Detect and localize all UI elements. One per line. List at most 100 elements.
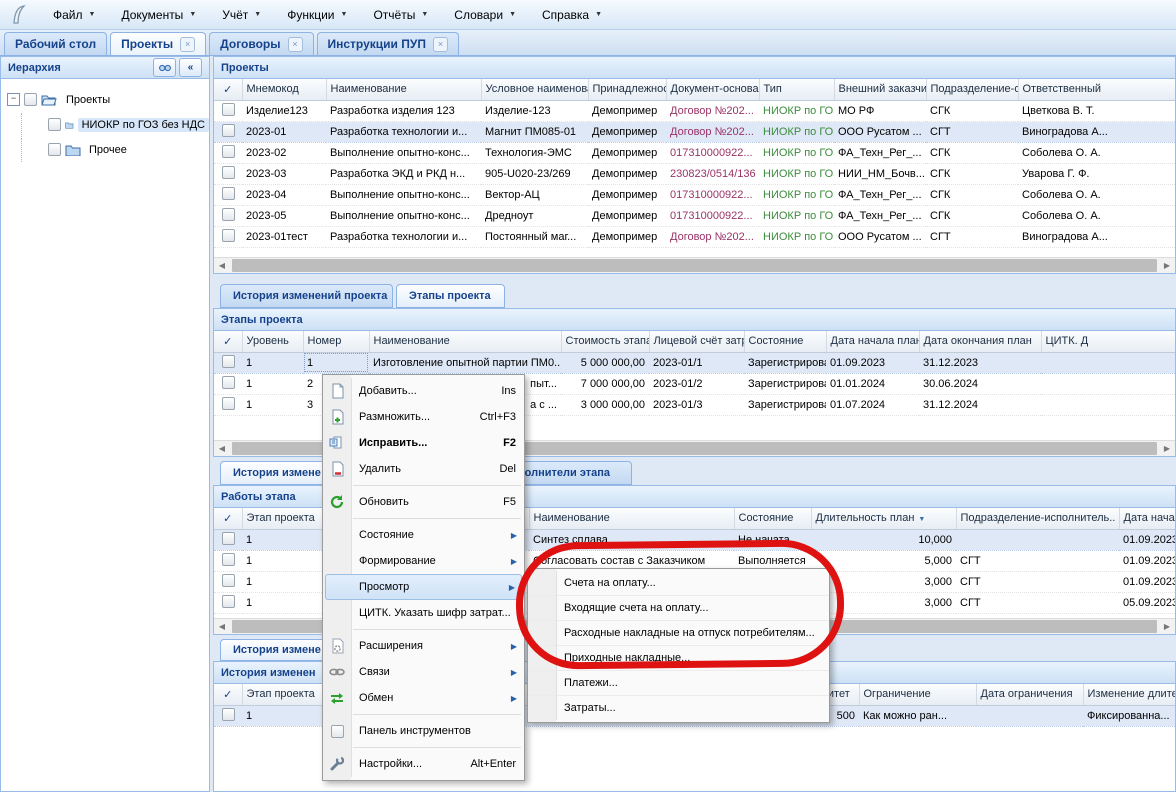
select-all-header[interactable]: ✓ — [214, 79, 242, 100]
column-header[interactable]: Подразделение-от — [926, 79, 1018, 100]
row-checkbox-cell[interactable] — [214, 100, 242, 121]
tab-instructions[interactable]: Инструкции ПУП× — [317, 32, 459, 55]
scroll-right-icon[interactable]: ▶ — [1159, 258, 1175, 273]
row-checkbox[interactable] — [222, 145, 235, 158]
scroll-left-icon[interactable]: ◀ — [214, 619, 230, 634]
node-checkbox[interactable] — [24, 93, 37, 106]
column-header[interactable]: Тип — [759, 79, 834, 100]
row-checkbox[interactable] — [222, 708, 235, 721]
row-checkbox-cell[interactable] — [214, 550, 242, 571]
close-icon[interactable]: × — [180, 37, 195, 52]
select-all-header[interactable]: ✓ — [214, 684, 242, 705]
column-header[interactable]: Состояние — [744, 331, 826, 352]
row-checkbox[interactable] — [222, 187, 235, 200]
scroll-right-icon[interactable]: ▶ — [1159, 619, 1175, 634]
table-row[interactable]: 11Изготовление опытной партии ПМ0...5 00… — [214, 352, 1176, 373]
row-checkbox-cell[interactable] — [214, 121, 242, 142]
row-checkbox[interactable] — [222, 376, 235, 389]
column-header[interactable]: Мнемокод — [242, 79, 326, 100]
tree-node-other[interactable]: Прочее — [7, 137, 209, 162]
column-header[interactable]: Дата начала план — [826, 331, 919, 352]
column-header[interactable]: Стоимость этапа — [561, 331, 649, 352]
tree-node-niokr[interactable]: НИОКР по ГОЗ без НДС — [7, 112, 209, 137]
menu-item-exchange[interactable]: Обмен ▶ — [323, 685, 524, 711]
menu-item-toolbar[interactable]: Панель инструментов — [323, 718, 524, 744]
scroll-left-icon[interactable]: ◀ — [214, 258, 230, 273]
column-header[interactable]: Длительность план▼ — [811, 508, 956, 529]
column-header[interactable]: Внешний заказчик — [834, 79, 926, 100]
row-checkbox-cell[interactable] — [214, 373, 242, 394]
menu-reports[interactable]: Отчёты▼ — [360, 4, 441, 26]
submenu-item-payments[interactable]: Платежи... — [528, 671, 829, 696]
row-checkbox[interactable] — [222, 103, 235, 116]
row-checkbox[interactable] — [222, 229, 235, 242]
column-header[interactable]: ЦИТК. Д — [1041, 331, 1176, 352]
menu-documents[interactable]: Документы▼ — [108, 4, 209, 26]
row-checkbox[interactable] — [222, 355, 235, 368]
row-checkbox-cell[interactable] — [214, 226, 242, 247]
column-header[interactable]: Наименование — [529, 508, 734, 529]
menu-item-edit[interactable]: Исправить... F2 — [323, 430, 524, 456]
column-header[interactable]: Принадлежность — [588, 79, 666, 100]
table-row[interactable]: 2023-05Выполнение опытно-конс...Дредноут… — [214, 205, 1176, 226]
table-row[interactable]: 2023-03Разработка ЭКД и РКД н...905-U020… — [214, 163, 1176, 184]
select-all-header[interactable]: ✓ — [214, 508, 242, 529]
column-header[interactable]: Дата начал — [1119, 508, 1176, 529]
table-row[interactable]: 2023-01Разработка технологии и...Магнит … — [214, 121, 1176, 142]
column-header[interactable]: Дата окончания план — [919, 331, 1041, 352]
row-checkbox[interactable] — [222, 532, 235, 545]
tab-desktop[interactable]: Рабочий стол — [4, 32, 107, 55]
column-header[interactable]: Условное наименова — [481, 79, 588, 100]
row-checkbox-cell[interactable] — [214, 529, 242, 550]
scrollbar-thumb[interactable] — [232, 259, 1157, 272]
menu-help[interactable]: Справка▼ — [529, 4, 615, 26]
column-header[interactable]: Дата ограничения — [976, 684, 1083, 705]
menu-item-duplicate[interactable]: Размножить... Ctrl+F3 — [323, 404, 524, 430]
menu-item-add[interactable]: Добавить... Ins — [323, 378, 524, 404]
row-checkbox-cell[interactable] — [214, 705, 242, 726]
tree-node-projects[interactable]: − Проекты — [7, 87, 209, 112]
menu-item-citk-cost-code[interactable]: ЦИТК. Указать шифр затрат... — [323, 600, 524, 626]
close-icon[interactable]: × — [288, 37, 303, 52]
table-row[interactable]: Изделие123Разработка изделия 123Изделие-… — [214, 100, 1176, 121]
column-header[interactable]: Ответственный — [1018, 79, 1176, 100]
menu-item-view[interactable]: Просмотр ▶ — [325, 574, 522, 600]
column-header[interactable]: Уровень — [242, 331, 303, 352]
column-header[interactable]: Состояние — [734, 508, 811, 529]
tab-project-stages[interactable]: Этапы проекта — [396, 284, 505, 308]
column-header[interactable]: Подразделение-исполнитель.. — [956, 508, 1119, 529]
column-header[interactable]: Наименование — [369, 331, 561, 352]
row-checkbox[interactable] — [222, 574, 235, 587]
tab-project-history[interactable]: История изменений проекта — [220, 284, 393, 308]
menu-file[interactable]: Файл▼ — [40, 4, 108, 26]
select-all-header[interactable]: ✓ — [214, 331, 242, 352]
row-checkbox[interactable] — [222, 124, 235, 137]
column-header[interactable]: Документ-основан — [666, 79, 759, 100]
row-checkbox[interactable] — [222, 553, 235, 566]
row-checkbox-cell[interactable] — [214, 163, 242, 184]
menu-item-links[interactable]: Связи ▶ — [323, 659, 524, 685]
menu-item-delete[interactable]: Удалить Del — [323, 456, 524, 482]
collapse-node-icon[interactable]: − — [7, 93, 20, 106]
scroll-left-icon[interactable]: ◀ — [214, 441, 230, 456]
row-checkbox[interactable] — [222, 595, 235, 608]
horizontal-scrollbar[interactable]: ◀ ▶ — [214, 257, 1175, 273]
menu-item-formation[interactable]: Формирование ▶ — [323, 548, 524, 574]
row-checkbox[interactable] — [222, 397, 235, 410]
menu-item-state[interactable]: Состояние ▶ — [323, 522, 524, 548]
row-checkbox-cell[interactable] — [214, 184, 242, 205]
column-header[interactable]: Изменение длител — [1083, 684, 1176, 705]
row-checkbox[interactable] — [222, 166, 235, 179]
menu-item-settings[interactable]: Настройки... Alt+Enter — [323, 751, 524, 777]
menu-item-refresh[interactable]: Обновить F5 — [323, 489, 524, 515]
column-header[interactable]: Лицевой счёт затрат. — [649, 331, 744, 352]
table-row[interactable]: 2023-02Выполнение опытно-конс...Технолог… — [214, 142, 1176, 163]
submenu-item-costs[interactable]: Затраты... — [528, 696, 829, 720]
node-checkbox[interactable] — [48, 118, 61, 131]
row-checkbox-cell[interactable] — [214, 592, 242, 613]
column-header[interactable]: Ограничение — [859, 684, 976, 705]
column-header[interactable]: Наименование — [326, 79, 481, 100]
find-button[interactable] — [153, 58, 176, 77]
row-checkbox-cell[interactable] — [214, 352, 242, 373]
menu-functions[interactable]: Функции▼ — [274, 4, 360, 26]
